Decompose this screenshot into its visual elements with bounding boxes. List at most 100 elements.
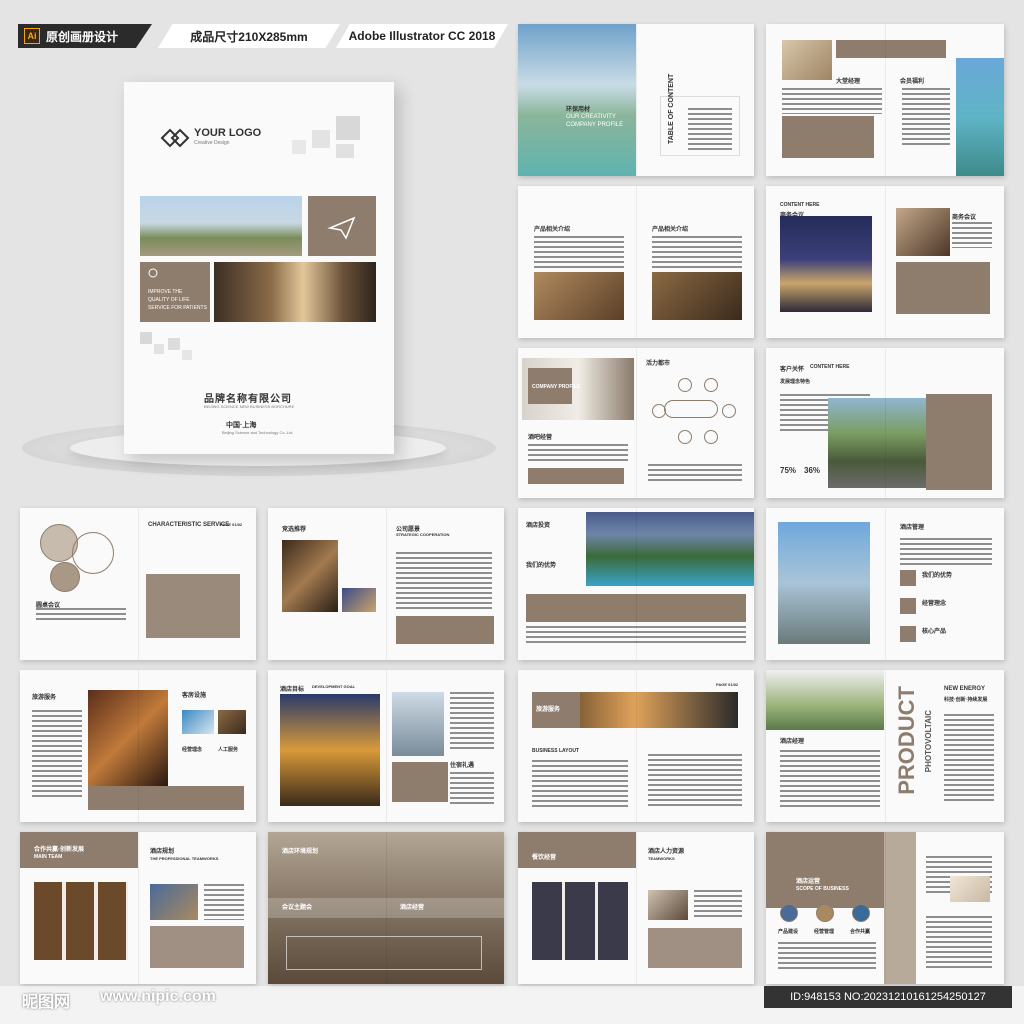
illustrator-icon: Ai: [24, 28, 40, 44]
spread-title: 环保用材: [566, 107, 591, 113]
caption-line: QUALITY OF LIFE: [148, 297, 190, 303]
team-photos: [34, 882, 128, 960]
tag: DEVELOPMENT GOAL: [312, 684, 356, 689]
sub-title: BUSINESS LAYOUT: [532, 748, 580, 754]
section-title: 活力都市: [646, 361, 671, 367]
deco-square: [154, 344, 164, 354]
deco-square: [312, 130, 330, 148]
site-name: 昵图网: [22, 994, 71, 1011]
deco-square: [336, 116, 360, 140]
icon-row: [286, 936, 482, 970]
section-title: 酒店经理: [780, 739, 805, 745]
node-icon: [704, 430, 718, 444]
spread-care: 客户关怀 CONTENT HERE 发展理念特色 75% 36%: [766, 348, 1004, 498]
section-title: 酒店环境规划: [282, 849, 319, 855]
text-lines: [204, 884, 244, 920]
section-title: 客户关怀: [780, 367, 805, 373]
spread-sub: OUR CREATIVITY: [566, 114, 616, 120]
sub-title: 发展理念特色: [780, 379, 811, 385]
bell-photo: [782, 40, 832, 80]
paper-plane-icon: [327, 216, 356, 240]
section-title: 旅游服务: [536, 707, 561, 713]
deco-square: [292, 140, 306, 154]
photovoltaic-word: PHOTOVOLTAIC: [924, 710, 933, 773]
title-band: [766, 832, 884, 908]
cover-caption: IMPROVE THE QUALITY OF LIFE SERVICE FOR …: [148, 288, 207, 312]
hands-photo: [950, 876, 990, 902]
tower-photo: [778, 522, 870, 644]
text-lines: [648, 754, 742, 808]
toc-lines: [688, 108, 732, 152]
text-lines: [900, 538, 992, 566]
tag: CONTENT HERE: [780, 202, 820, 208]
section-title: 酒吧经营: [528, 435, 553, 441]
caption-line: IMPROVE THE: [148, 289, 183, 295]
item-label: 经营理念: [922, 601, 947, 607]
concept-icon: [900, 598, 916, 614]
tag: TEAMWORKS: [648, 856, 675, 861]
skyline-photo: [392, 692, 444, 756]
section-title: 竞选推荐: [282, 527, 307, 533]
spread-catering: 餐饮经营 酒店人力资源 TEAMWORKS: [518, 832, 754, 984]
stat-strip: [528, 468, 624, 484]
text-lines: [952, 222, 992, 248]
pool-thumb: [182, 710, 214, 734]
spread-bar: COMPANY PROFILE 酒吧经营 活力都市: [518, 348, 754, 498]
logo-subtitle: Creative Design: [194, 140, 230, 146]
spread-operations: 酒店运营 SCOPE OF BUSINESS 产品建设 经营管理 合作共赢: [766, 832, 1004, 984]
thumb-circle: [852, 904, 870, 922]
tag: MAIN TEAM: [34, 854, 63, 860]
page-number: PAGE 01/02: [220, 522, 243, 527]
node-icon: [678, 430, 692, 444]
icon-panel: [150, 926, 244, 968]
section-title: 合作共赢·创新发展: [34, 847, 84, 853]
hotel-night-photo: [780, 216, 872, 312]
deco-square: [140, 332, 152, 344]
header-strip: [836, 40, 946, 58]
text-lines: [652, 236, 742, 270]
brochure-cover: YOUR LOGO Creative Design IMPROVE THE QU…: [124, 82, 394, 454]
spread-meeting: CONTENT HERE 商务会议 商务会议: [766, 186, 1004, 338]
node-icon: [722, 404, 736, 418]
product-icon: [900, 626, 916, 642]
section-title: 住宿礼遇: [450, 763, 475, 769]
staff-photo: [896, 208, 950, 256]
hub-node: [664, 400, 718, 418]
circle-graphic: [72, 532, 114, 574]
deco-square: [168, 338, 180, 350]
item-label: 经营理念: [182, 747, 203, 753]
tag: THE PROFESSIONAL TEAMWORKS: [150, 856, 219, 861]
spread-team: 合作共赢·创新发展 MAIN TEAM 酒店规划 THE PROFESSIONA…: [20, 832, 256, 984]
text-lines: [782, 88, 882, 114]
feature-strip: [782, 116, 874, 158]
night-photo: [342, 588, 376, 612]
section-title: NEW ENERGY: [944, 686, 986, 692]
spread-environment: 酒店环境规划 会议主题会 酒店经营: [268, 832, 504, 984]
advantage-icon: [900, 570, 916, 586]
software-label: Adobe Illustrator CC 2018: [336, 24, 508, 48]
section-title: 产品相关介绍: [534, 227, 571, 233]
text-lines: [944, 714, 994, 804]
text-lines: [532, 760, 628, 808]
text-lines: [902, 88, 950, 148]
section-title: 酒店目标: [280, 687, 305, 693]
spread-round-table: 圆桌会议 CHARACTERISTIC SERVICE PAGE 01/02: [20, 508, 256, 660]
section-title: 会员福利: [900, 79, 925, 85]
text-lines: [526, 626, 746, 646]
staff-photo: [648, 890, 688, 920]
section-title: 酒店运营: [796, 879, 821, 885]
title-band: [518, 832, 636, 868]
icon-grid: [896, 262, 990, 314]
city: 中国·上海: [226, 422, 257, 429]
spread-goal: 酒店目标 DEVELOPMENT GOAL 住宿礼遇: [268, 670, 504, 822]
node-icon: [678, 378, 692, 392]
site-url[interactable]: www.nipic.com: [100, 988, 216, 1006]
toc-title: TABLE OF CONTENT: [668, 73, 675, 144]
item-label: 经营管理: [814, 929, 835, 935]
text-lines: [528, 444, 628, 464]
catering-photos: [532, 882, 628, 960]
section-title: CHARACTERISTIC SERVICE: [148, 522, 230, 528]
sub-title: 科技·创新·持续发展: [944, 697, 988, 703]
company-name: 品牌名称有限公司: [204, 394, 292, 405]
spread-layout: PAGE 01/02 旅游服务 BUSINESS LAYOUT: [518, 670, 754, 822]
